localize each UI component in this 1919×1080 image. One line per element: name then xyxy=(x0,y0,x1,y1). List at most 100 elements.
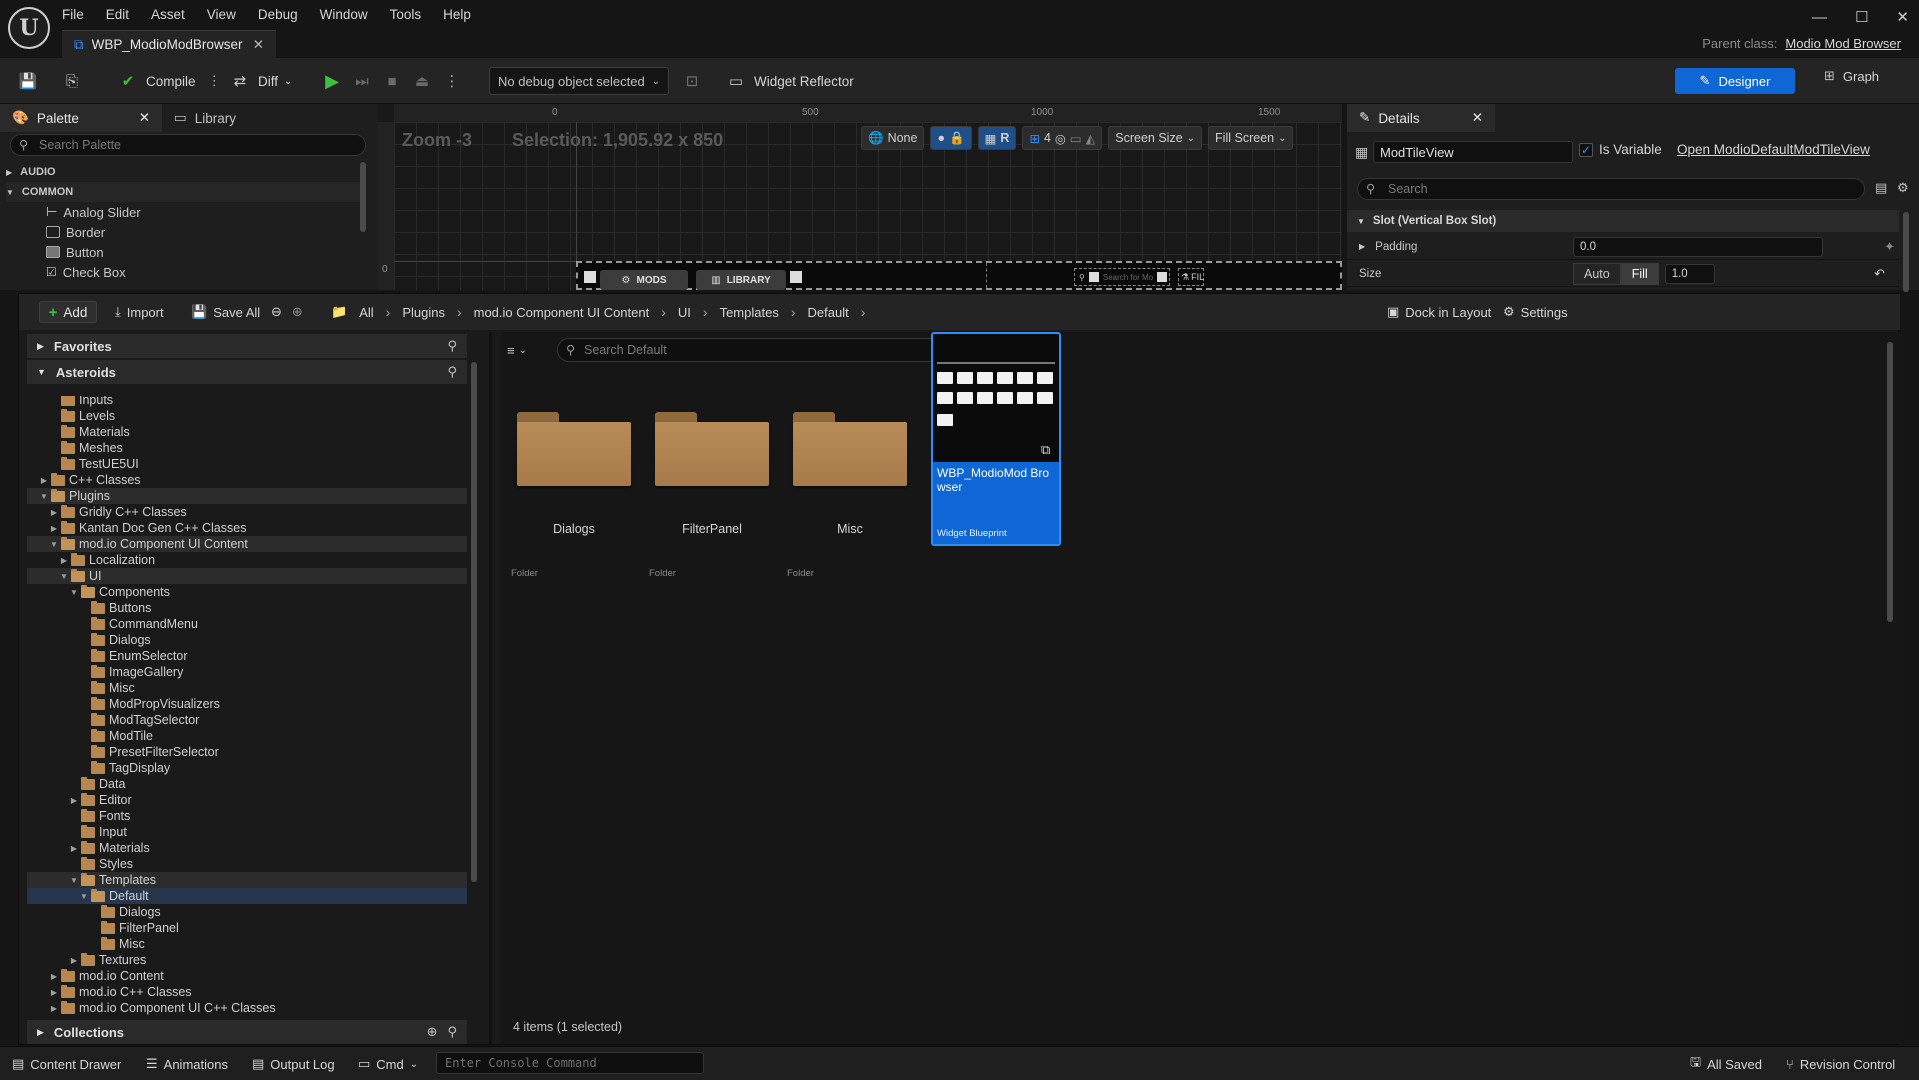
breadcrumb-ui[interactable]: UI xyxy=(678,305,691,320)
menu-view[interactable]: View xyxy=(207,7,236,22)
screen-size-dropdown[interactable]: Screen Size ⌄ xyxy=(1108,126,1203,150)
palette-scrollbar[interactable] xyxy=(360,162,366,232)
tree-item[interactable]: ModTagSelector xyxy=(27,712,467,728)
unreal-logo-icon[interactable]: U xyxy=(8,7,50,49)
tree-item[interactable]: Misc xyxy=(27,936,467,952)
tree-item[interactable]: Dialogs xyxy=(27,632,467,648)
tree-item[interactable]: ▶ Localization xyxy=(27,552,467,568)
chevron-right-icon[interactable]: ▶ xyxy=(1359,242,1365,251)
palette-search-input[interactable]: ⚲ Search Palette xyxy=(10,134,366,156)
settings-button[interactable]: ⚙ Settings xyxy=(1503,301,1568,323)
search-icon[interactable]: ⚲ xyxy=(447,338,457,354)
graph-mode-button[interactable]: ⊞ Graph xyxy=(1824,68,1879,84)
chevron-down-icon[interactable]: ⌄ xyxy=(519,345,527,356)
chevron-right-icon[interactable]: ▶ xyxy=(49,1004,59,1013)
tree-item[interactable]: ▼ Default xyxy=(27,888,467,904)
minimize-icon[interactable]: — xyxy=(1812,9,1827,26)
breadcrumb-modio-content[interactable]: mod.io Component UI Content xyxy=(474,305,650,320)
tree-item[interactable]: ▶ mod.io Component UI C++ Classes xyxy=(27,1000,467,1016)
tree-item[interactable]: Levels xyxy=(27,408,467,424)
import-button[interactable]: ⤓ Import xyxy=(115,301,164,323)
chevron-right-icon[interactable]: ▶ xyxy=(49,972,59,981)
output-log-button[interactable]: ▤ Output Log xyxy=(252,1052,335,1076)
tree-item[interactable]: ▶ Materials xyxy=(27,840,467,856)
tree-item[interactable]: Inputs xyxy=(27,396,467,408)
size-auto-button[interactable]: Auto xyxy=(1573,262,1621,285)
close-tab-icon[interactable]: ✕ xyxy=(139,110,150,126)
dock-in-layout-button[interactable]: ▣ Dock in Layout xyxy=(1387,301,1491,323)
document-tab[interactable]: ⧉ WBP_ModioModBrowser ✕ xyxy=(62,30,276,58)
menu-file[interactable]: File xyxy=(62,7,84,22)
chevron-right-icon[interactable]: › xyxy=(661,304,666,320)
tree-item[interactable]: ▼ Components xyxy=(27,584,467,600)
menu-asset[interactable]: Asset xyxy=(151,7,185,22)
widget-name-input[interactable]: ModTileView xyxy=(1373,141,1573,163)
chevron-right-icon[interactable]: ▶ xyxy=(69,796,79,805)
chevron-down-icon[interactable]: ▼ xyxy=(69,588,79,597)
console-input[interactable]: Enter Console Command xyxy=(436,1052,704,1074)
debug-object-dropdown[interactable]: No debug object selected ⌄ xyxy=(489,67,669,95)
size-fill-value-input[interactable]: 1.0 xyxy=(1664,263,1715,284)
category-common[interactable]: ▼ COMMON xyxy=(6,182,360,202)
tree-item[interactable]: TagDisplay xyxy=(27,760,467,776)
chevron-right-icon[interactable]: › xyxy=(861,304,866,320)
step-icon[interactable]: ⏭ xyxy=(350,70,374,92)
details-search-input[interactable]: ⚲ Search xyxy=(1357,178,1865,200)
designer-canvas[interactable]: 0 500 1000 1500 0 Zoom -3 Selection: 1,9… xyxy=(378,104,1342,290)
chevron-right-icon[interactable]: ▶ xyxy=(59,556,69,565)
palette-item-analog-slider[interactable]: ⊢ Analog Slider xyxy=(46,202,141,222)
folder-tile[interactable]: FilterPanel Folder xyxy=(647,392,777,579)
folder-tile[interactable]: Dialogs Folder xyxy=(509,392,639,579)
fill-screen-dropdown[interactable]: Fill Screen ⌄ xyxy=(1208,126,1294,150)
save-button[interactable]: 💾 xyxy=(16,68,40,94)
widget-blueprint-tile[interactable]: ⧉ WBP_ModioMod Browser Widget Blueprint xyxy=(931,332,1061,546)
revision-control-button[interactable]: ⑂ Revision Control xyxy=(1786,1052,1895,1076)
open-widget-link[interactable]: Open ModioDefaultModTileView xyxy=(1677,142,1870,157)
folder-tile[interactable]: Misc Folder xyxy=(785,392,915,579)
tree-item[interactable]: ModPropVisualizers xyxy=(27,696,467,712)
grid-snap-button[interactable]: ⊞ 4 ◎ ▭ ◭ xyxy=(1022,126,1103,150)
tree-item[interactable]: Styles xyxy=(27,856,467,872)
chevron-down-icon[interactable]: ▼ xyxy=(69,876,79,885)
search-icon[interactable]: ⚲ xyxy=(447,1024,457,1040)
reset-icon[interactable]: ↶ xyxy=(1874,266,1885,282)
asset-scrollbar[interactable] xyxy=(1887,342,1893,622)
tree-item[interactable]: Misc xyxy=(27,680,467,696)
gear-icon[interactable]: ⚙ xyxy=(1897,180,1909,196)
tree-item[interactable]: ▶ mod.io C++ Classes xyxy=(27,984,467,1000)
palette-item-check-box[interactable]: ☑ Check Box xyxy=(46,262,126,282)
lock-toggle[interactable]: ● 🔒 xyxy=(930,126,972,150)
tree-item[interactable]: ImageGallery xyxy=(27,664,467,680)
menu-debug[interactable]: Debug xyxy=(258,7,298,22)
checkbox-checked-icon[interactable]: ✓ xyxy=(1579,142,1593,157)
is-variable-checkbox[interactable]: ✓ Is Variable xyxy=(1579,142,1662,157)
palette-item-border[interactable]: Border xyxy=(46,222,105,242)
eject-icon[interactable]: ⏏ xyxy=(410,70,434,92)
add-collection-icon[interactable]: ⊕ xyxy=(427,1024,438,1040)
tab-palette[interactable]: 🎨 Palette ✕ xyxy=(0,104,162,132)
chevron-right-icon[interactable]: › xyxy=(457,304,462,320)
size-fill-button[interactable]: Fill xyxy=(1620,262,1659,285)
respect-locks-toggle[interactable]: ▦ R xyxy=(977,126,1017,150)
tree-item[interactable]: ▶ Editor xyxy=(27,792,467,808)
project-header[interactable]: ▼ Asteroids ⚲ xyxy=(27,360,467,384)
menu-window[interactable]: Window xyxy=(320,7,368,22)
breadcrumb-plugins[interactable]: Plugins xyxy=(402,305,445,320)
localization-preview-button[interactable]: 🌐 None xyxy=(861,126,925,150)
tree-item[interactable]: Fonts xyxy=(27,808,467,824)
chevron-down-icon[interactable]: ▼ xyxy=(79,892,89,901)
menu-tools[interactable]: Tools xyxy=(390,7,422,22)
tree-item[interactable]: ▶ C++ Classes xyxy=(27,472,467,488)
splitter[interactable] xyxy=(489,332,492,1044)
play-icon[interactable]: ▶ xyxy=(320,70,344,92)
chevron-right-icon[interactable]: › xyxy=(386,304,391,320)
widget-preview[interactable]: ⚙ MODS ▥ LIBRARY ⚲ Search for Mo ⚗ FIL xyxy=(576,261,1342,290)
tree-item[interactable]: FilterPanel xyxy=(27,920,467,936)
animations-button[interactable]: ☰ Animations xyxy=(146,1052,228,1076)
play-options-icon[interactable]: ⋮ xyxy=(440,70,464,92)
browse-button[interactable]: ⎘ xyxy=(60,68,84,94)
close-tab-icon[interactable]: ✕ xyxy=(1472,110,1483,126)
tree-item[interactable]: ModTile xyxy=(27,728,467,744)
add-button[interactable]: + Add xyxy=(39,301,97,323)
table-view-icon[interactable]: ▤ xyxy=(1875,180,1887,196)
